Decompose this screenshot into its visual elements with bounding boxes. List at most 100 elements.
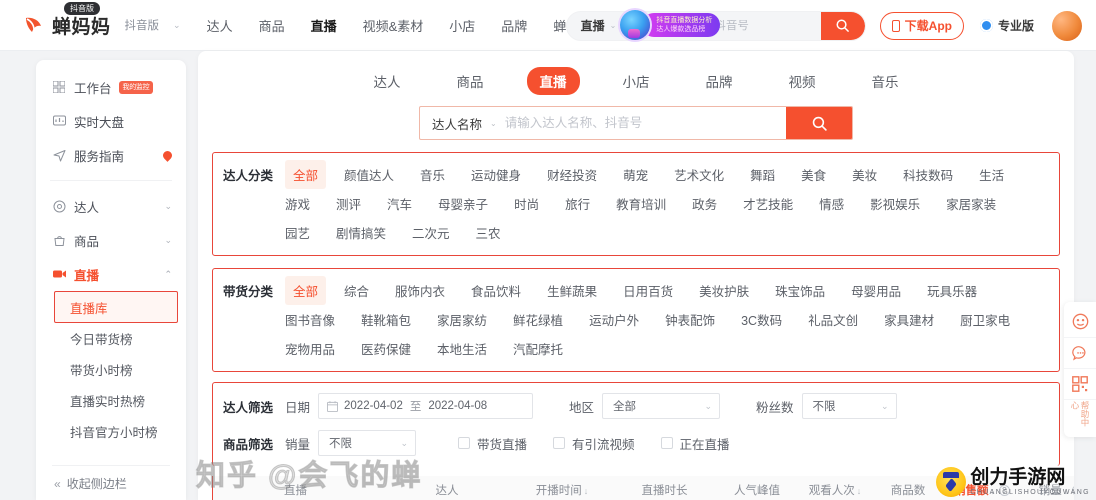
version-selector[interactable]: 抖音版 ⌄	[125, 17, 181, 33]
chat-button[interactable]	[1064, 337, 1096, 368]
chip-talent-7[interactable]: 舞蹈	[750, 160, 775, 189]
chip-talent-1[interactable]: 颜值达人	[344, 160, 394, 189]
chip-talent-15[interactable]: 母婴亲子	[438, 189, 488, 218]
chip-goods-16[interactable]: 3C数码	[741, 305, 782, 334]
chip-goods-14[interactable]: 运动户外	[589, 305, 639, 334]
chip-goods-20[interactable]: 宠物用品	[285, 334, 335, 363]
chip-talent-6[interactable]: 艺术文化	[674, 160, 724, 189]
sidebar-item-zhibo-shishi[interactable]: 直播实时热榜	[36, 385, 186, 416]
chip-talent-18[interactable]: 教育培训	[616, 189, 666, 218]
chip-talent-10[interactable]: 科技数码	[903, 160, 953, 189]
qrcode-button[interactable]	[1064, 368, 1096, 399]
topnav-item-shangpin[interactable]: 商品	[259, 16, 285, 35]
main-search-button[interactable]	[786, 107, 852, 139]
promo-banner[interactable]: 抖音直播数据分析 达人爆款选品榜	[620, 10, 721, 40]
chip-talent-13[interactable]: 测评	[336, 189, 361, 218]
tab-xiaodian[interactable]: 小店	[610, 67, 663, 95]
customer-service-button[interactable]	[1064, 306, 1096, 337]
date-range-field[interactable]: 2022-04-02 至 2022-04-08	[318, 393, 534, 419]
col-peak[interactable]: 人气峰值	[721, 476, 793, 500]
brand-logo[interactable]: 蝉妈妈 抖音版	[22, 1, 111, 39]
sidebar-item-guide[interactable]: 服务指南	[36, 138, 186, 172]
chip-goods-12[interactable]: 家居家纺	[437, 305, 487, 334]
chip-talent-26[interactable]: 二次元	[412, 218, 450, 247]
col-start-time[interactable]: 开播时间 ↓	[516, 476, 608, 500]
col-talent[interactable]: 达人	[378, 476, 516, 500]
chip-talent-3[interactable]: 运动健身	[471, 160, 521, 189]
topnav-item-zhibo[interactable]: 直播	[311, 16, 337, 35]
chip-goods-18[interactable]: 家具建材	[884, 305, 934, 334]
chip-talent-11[interactable]: 生活	[979, 160, 1004, 189]
sidebar-item-workbench[interactable]: 工作台 我的监控	[36, 70, 186, 104]
tab-shipin[interactable]: 视频	[776, 67, 829, 95]
tab-shangpin[interactable]: 商品	[444, 67, 497, 95]
chip-goods-19[interactable]: 厨卫家电	[960, 305, 1010, 334]
sidebar-item-jinri-daihuo[interactable]: 今日带货榜	[36, 323, 186, 354]
pro-version-button[interactable]: 专业版	[979, 17, 1034, 34]
region-select[interactable]: 全部 ⌄	[602, 393, 721, 419]
sidebar-item-daihuo-xiaoshi[interactable]: 带货小时榜	[36, 354, 186, 385]
chip-talent-5[interactable]: 萌宠	[623, 160, 648, 189]
chip-goods-8[interactable]: 母婴用品	[851, 276, 901, 305]
col-live[interactable]: 直播	[213, 476, 378, 500]
tab-daren[interactable]: 达人	[361, 67, 414, 95]
topnav-item-xiaodian[interactable]: 小店	[449, 16, 475, 35]
info-icon[interactable]: ?	[1072, 485, 1074, 497]
checkbox-daihuo-zhibo[interactable]: 带货直播	[458, 434, 527, 453]
avatar[interactable]	[1052, 10, 1082, 41]
topnav-item-pinpai[interactable]: 品牌	[501, 16, 527, 35]
col-views[interactable]: 观看人次 ↓	[793, 476, 877, 500]
fans-select[interactable]: 不限 ⌄	[801, 393, 897, 419]
topnav-item-daren[interactable]: 达人	[207, 16, 233, 35]
chip-talent-17[interactable]: 旅行	[565, 189, 590, 218]
chip-talent-24[interactable]: 园艺	[285, 218, 310, 247]
chip-goods-22[interactable]: 本地生活	[437, 334, 487, 363]
sidebar-group-daren[interactable]: 达人 ⌄	[36, 189, 186, 223]
chip-goods-15[interactable]: 钟表配饰	[665, 305, 715, 334]
chip-talent-8[interactable]: 美食	[801, 160, 826, 189]
chip-talent-19[interactable]: 政务	[692, 189, 717, 218]
col-goods-count[interactable]: 商品数	[877, 476, 939, 500]
header-search-button[interactable]	[820, 11, 865, 40]
checkbox-zhengzai-zhibo[interactable]: 正在直播	[660, 434, 730, 453]
download-app-button[interactable]: 下载App	[879, 11, 964, 40]
chip-talent-16[interactable]: 时尚	[514, 189, 539, 218]
chip-goods-13[interactable]: 鲜花绿植	[513, 305, 563, 334]
sales-select[interactable]: 不限 ⌄	[318, 430, 417, 456]
topnav-item-shipin[interactable]: 视频&素材	[363, 16, 424, 35]
chip-goods-0[interactable]: 全部	[285, 276, 327, 305]
chip-goods-17[interactable]: 礼品文创	[808, 305, 858, 334]
info-icon[interactable]: ?	[999, 485, 1010, 497]
header-search-type[interactable]: 直播 ⌄	[567, 17, 623, 34]
chip-goods-23[interactable]: 汽配摩托	[513, 334, 563, 363]
col-duration[interactable]: 直播时长	[608, 476, 721, 500]
chip-talent-2[interactable]: 音乐	[420, 160, 445, 189]
chip-talent-4[interactable]: 财经投资	[547, 160, 597, 189]
sidebar-item-realtime[interactable]: 实时大盘	[36, 104, 186, 138]
chip-talent-23[interactable]: 家居家装	[946, 189, 996, 218]
main-search-input[interactable]	[504, 116, 786, 130]
sidebar-item-zhibo-ku[interactable]: 直播库	[54, 291, 178, 323]
tab-yinyue[interactable]: 音乐	[859, 67, 912, 95]
chip-goods-6[interactable]: 美妆护肤	[699, 276, 749, 305]
chip-goods-2[interactable]: 服饰内衣	[395, 276, 445, 305]
tab-zhibo[interactable]: 直播	[526, 67, 580, 95]
chip-talent-27[interactable]: 三农	[476, 218, 501, 247]
chip-talent-12[interactable]: 游戏	[285, 189, 310, 218]
chip-goods-10[interactable]: 图书音像	[285, 305, 335, 334]
chip-talent-0[interactable]: 全部	[285, 160, 327, 189]
checkbox-youyinliu-shipin[interactable]: 有引流视频	[553, 434, 635, 453]
chip-talent-14[interactable]: 汽车	[387, 189, 412, 218]
chip-goods-4[interactable]: 生鲜蔬果	[547, 276, 597, 305]
chip-goods-11[interactable]: 鞋靴箱包	[361, 305, 411, 334]
chip-talent-21[interactable]: 情感	[819, 189, 844, 218]
tab-pinpai[interactable]: 品牌	[693, 67, 746, 95]
sidebar-collapse-button[interactable]: « 收起侧边栏	[36, 475, 186, 492]
help-center-button[interactable]: 帮助中心	[1064, 399, 1096, 433]
chip-goods-3[interactable]: 食品饮料	[471, 276, 521, 305]
chip-talent-9[interactable]: 美妆	[852, 160, 877, 189]
sidebar-group-zhibo[interactable]: 直播 ⌃	[36, 257, 186, 291]
chip-goods-21[interactable]: 医药保健	[361, 334, 411, 363]
chip-talent-25[interactable]: 剧情搞笑	[336, 218, 386, 247]
chip-goods-5[interactable]: 日用百货	[623, 276, 673, 305]
